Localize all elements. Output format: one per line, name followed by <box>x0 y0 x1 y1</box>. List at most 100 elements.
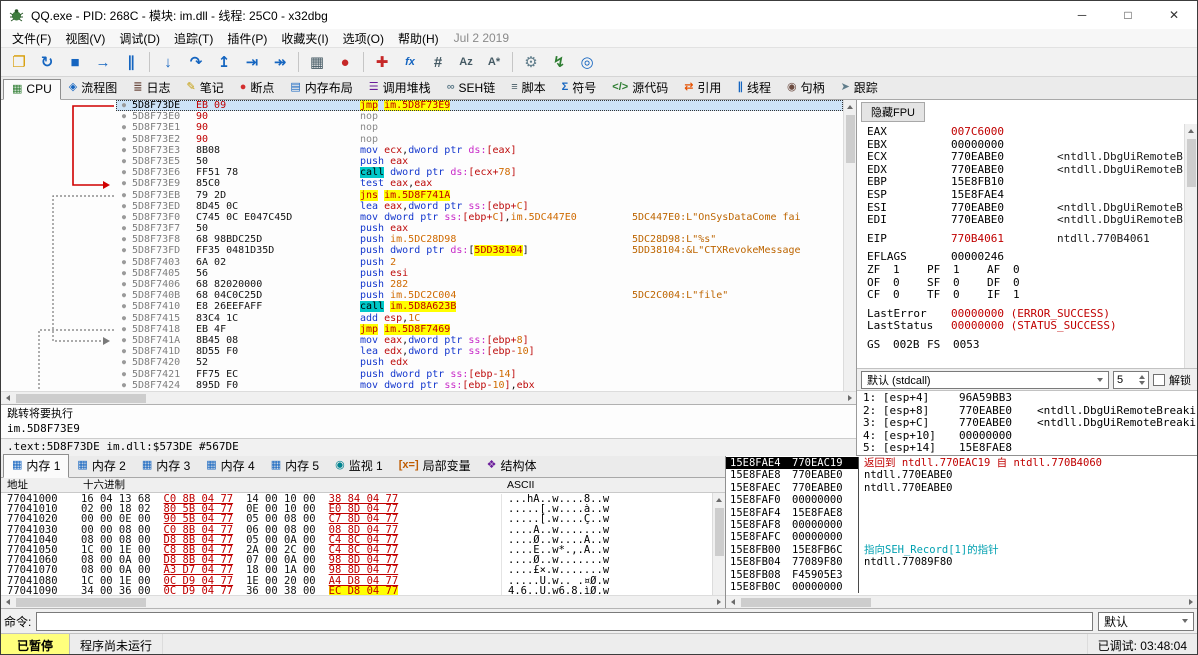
disasm-row[interactable]: ●5D8F73EB79 2Djns im.5D8F741A <box>116 190 843 201</box>
breakpoint-bullet[interactable]: ● <box>116 335 132 346</box>
calling-convention-select[interactable]: 默认 (stdcall) <box>861 371 1109 389</box>
hide-fpu-button[interactable]: 隐藏FPU <box>861 102 925 122</box>
stack-row[interactable]: 15E8FAF000000000 <box>726 494 1197 506</box>
breakpoint-bullet[interactable]: ● <box>116 178 132 189</box>
breakpoint-bullet[interactable]: ● <box>116 145 132 156</box>
scrollbar-thumb[interactable] <box>16 598 146 607</box>
tab-call-stack[interactable]: ☰调用堆栈 <box>361 77 439 99</box>
disasm-row[interactable]: ●5D8F7410E8 26EEFAFFcall im.5D8A623B <box>116 301 843 312</box>
disasm-row[interactable]: ●5D8F73E985C0test eax,eax <box>116 178 843 189</box>
scroll-left-arrow[interactable] <box>1 392 14 405</box>
disasm-row[interactable]: ●5D8F7424895D F0mov dword ptr ss:[ebp-10… <box>116 380 843 391</box>
disasm-row[interactable]: ●5D8F73FDFF35 0481D35Dpush dword ptr ds:… <box>116 245 843 256</box>
tab-memory-1[interactable]: ▦内存 1 <box>3 454 69 478</box>
stack-row[interactable]: 15E8FAF800000000 <box>726 519 1197 531</box>
toolbar-button-labels[interactable]: # <box>425 50 451 74</box>
toolbar-button-step-into[interactable]: ↓ <box>155 50 181 74</box>
toolbar-button-trace-over[interactable]: ↠ <box>267 50 293 74</box>
command-mode-select[interactable]: 默认 <box>1098 612 1194 631</box>
menu-help[interactable]: 帮助(H) <box>391 29 446 48</box>
minimize-button[interactable]: ─ <box>1059 1 1105 29</box>
toolbar-button-function-analysis[interactable]: fx <box>397 50 423 74</box>
breakpoint-bullet[interactable]: ● <box>116 324 132 335</box>
menu-view[interactable]: 视图(V) <box>58 29 112 48</box>
toolbar-button-pause[interactable]: ∥ <box>118 50 144 74</box>
breakpoint-bullet[interactable]: ● <box>116 268 132 279</box>
disasm-row[interactable]: ●5D8F73E38B08mov ecx,dword ptr ds:[eax] <box>116 145 843 156</box>
scrollbar-thumb[interactable] <box>16 394 146 403</box>
disasm-row[interactable]: ●5D8F740668 82020000push 282 <box>116 279 843 290</box>
stack-row[interactable]: 15E8FB0C00000000 <box>726 581 1197 593</box>
breakpoint-bullet[interactable]: ● <box>116 290 132 301</box>
stack-row[interactable]: 15E8FAEC770EABE0ntdll.770EABE0 <box>726 482 1197 494</box>
breakpoint-bullet[interactable]: ● <box>116 313 132 324</box>
register-row[interactable]: EDX770EABE0<ntdll.DbgUiRemoteBreakin> <box>867 164 1184 177</box>
disasm-row[interactable]: ●5D8F740B68 04C0C25Dpush im.5DC2C0045DC2… <box>116 290 843 301</box>
register-row[interactable]: EBP15E8FB10 <box>867 176 1184 189</box>
breakpoint-bullet[interactable]: ● <box>116 257 132 268</box>
unlock-checkbox[interactable] <box>1153 374 1165 386</box>
toolbar-button-breakpoints[interactable]: ● <box>332 50 358 74</box>
scroll-up-arrow[interactable] <box>1185 124 1198 137</box>
register-row[interactable]: GS002BFS0053 <box>867 339 1184 352</box>
disasm-row[interactable]: ●5D8F73ED8D45 0Clea eax,dword ptr ss:[eb… <box>116 201 843 212</box>
register-row[interactable]: LastStatus00000000 (STATUS_SUCCESS) <box>867 320 1184 333</box>
disasm-row[interactable]: ●5D8F7418EB 4Fjmp im.5D8F7469 <box>116 324 843 335</box>
scroll-right-arrow[interactable] <box>843 392 856 405</box>
breakpoint-bullet[interactable]: ● <box>116 234 132 245</box>
disasm-row[interactable]: ●5D8F73E550push eax <box>116 156 843 167</box>
register-row[interactable]: EFLAGS00000246 <box>867 251 1184 264</box>
stack-row[interactable]: 15E8FAE8770EABE0ntdll.770EABE0 <box>726 469 1197 481</box>
breakpoint-bullet[interactable]: ● <box>116 122 132 133</box>
tab-memory-2[interactable]: ▦内存 2 <box>69 455 133 477</box>
stack-row[interactable]: 15E8FAFC00000000 <box>726 531 1197 543</box>
dump-vertical-scrollbar[interactable] <box>712 493 725 595</box>
toolbar-button-patches[interactable]: ✚ <box>369 50 395 74</box>
spinner-arrows[interactable] <box>1139 375 1145 385</box>
toolbar-button-execute-till-return[interactable]: ↥ <box>211 50 237 74</box>
disasm-row[interactable]: ●5D8F73F868 98BDC25Dpush im.5DC28D985DC2… <box>116 234 843 245</box>
dump-horizontal-scrollbar[interactable] <box>1 595 725 608</box>
register-row[interactable]: EDI770EABE0<ntdll.DbgUiRemoteBreakin> <box>867 214 1184 227</box>
register-row[interactable]: EIP770B4061ntdll.770B4061 <box>867 233 1184 246</box>
disassembly-horizontal-scrollbar[interactable] <box>1 391 856 404</box>
menu-file[interactable]: 文件(F) <box>5 29 58 48</box>
toolbar-button-memory-map[interactable]: ▦ <box>304 50 330 74</box>
tab-notes[interactable]: ✎笔记 <box>178 77 231 99</box>
breakpoint-bullet[interactable]: ● <box>116 201 132 212</box>
breakpoint-bullet[interactable]: ● <box>116 134 132 145</box>
tab-source[interactable]: </>源代码 <box>604 77 676 99</box>
disasm-row[interactable]: ●5D8F740556push esi <box>116 268 843 279</box>
maximize-button[interactable]: □ <box>1105 1 1151 29</box>
toolbar-button-preferences[interactable]: ⚙ <box>518 50 544 74</box>
toolbar-button-inject[interactable]: ↯ <box>546 50 572 74</box>
menu-trace[interactable]: 追踪(T) <box>167 29 220 48</box>
tab-breakpoints[interactable]: ●断点 <box>232 77 283 99</box>
toolbar-button-restart[interactable]: ↻ <box>34 50 60 74</box>
tab-memory-4[interactable]: ▦内存 4 <box>198 455 262 477</box>
register-row[interactable]: EAX007C6000 <box>867 126 1184 139</box>
scroll-left-arrow[interactable] <box>726 596 739 609</box>
toolbar-button-run-to-user-code[interactable]: ⇥ <box>239 50 265 74</box>
tab-seh[interactable]: ∞SEH链 <box>439 77 504 99</box>
menu-options[interactable]: 选项(O) <box>336 29 391 48</box>
toolbar-button-run[interactable]: → <box>90 50 116 74</box>
tab-handles[interactable]: ◉句柄 <box>779 77 833 99</box>
toolbar-button-open-file[interactable]: ❐ <box>6 50 32 74</box>
disasm-row[interactable]: ●5D8F73DEEB 09jmp im.5D8F73E9 <box>116 100 843 111</box>
stack-row[interactable]: 15E8FB08F45905E3 <box>726 569 1197 581</box>
close-button[interactable]: ✕ <box>1151 1 1197 29</box>
toolbar-button-search[interactable]: ◎ <box>574 50 600 74</box>
breakpoint-bullet[interactable]: ● <box>116 301 132 312</box>
breakpoint-bullet[interactable]: ● <box>116 346 132 357</box>
tab-watch-1[interactable]: ◉监视 1 <box>327 455 391 477</box>
scrollbar-thumb[interactable] <box>741 598 871 607</box>
disasm-row[interactable]: ●5D8F742052push edx <box>116 357 843 368</box>
tab-threads[interactable]: ∥线程 <box>729 77 779 99</box>
breakpoint-bullet[interactable]: ● <box>116 369 132 380</box>
dump-row[interactable]: 7704107008 00 0A 00A3 D7 04 7718 00 1A 0… <box>1 565 712 575</box>
toolbar-button-stop[interactable]: ■ <box>62 50 88 74</box>
scroll-up-arrow[interactable] <box>713 493 726 506</box>
tab-trace[interactable]: ➤跟踪 <box>833 77 886 99</box>
register-row[interactable]: ZF1PF1AF0 <box>867 264 1184 277</box>
